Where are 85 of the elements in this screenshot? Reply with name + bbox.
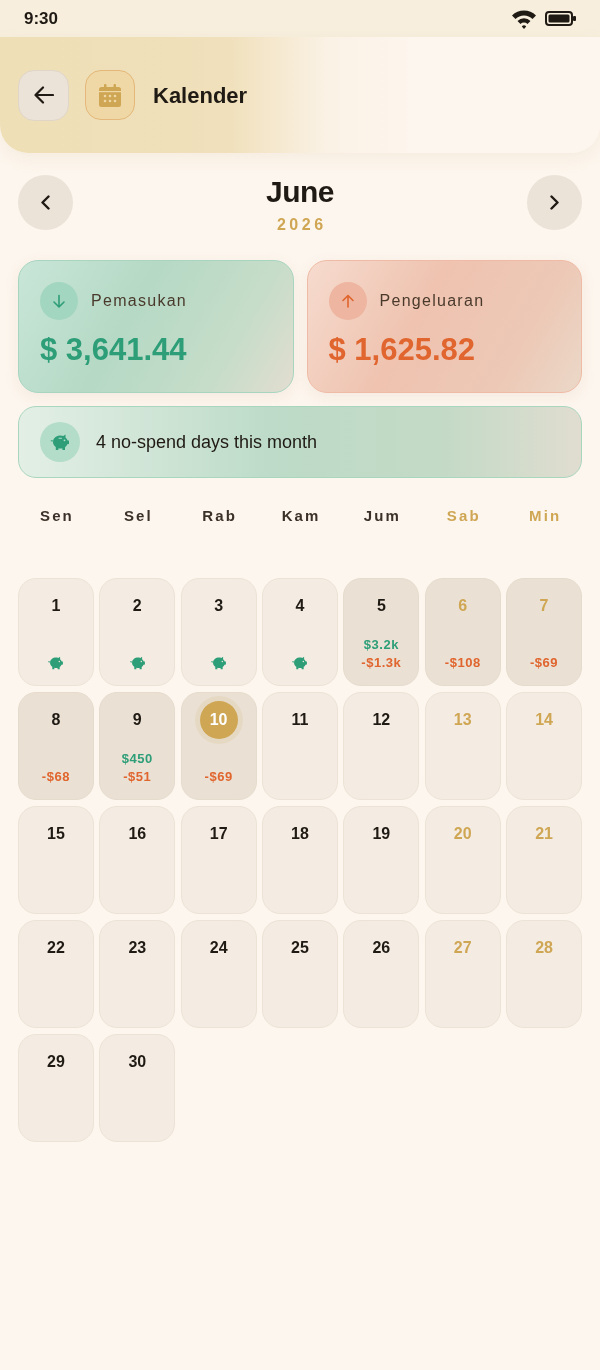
day-cell[interactable]: 17 bbox=[180, 806, 257, 914]
day-cell[interactable]: 3 bbox=[180, 578, 257, 686]
chevron-left-icon bbox=[41, 195, 50, 210]
day-number: 4 bbox=[295, 596, 305, 616]
expense-amount: -$108 bbox=[444, 654, 481, 672]
battery-icon bbox=[545, 11, 576, 26]
page-title: Kalender bbox=[153, 81, 248, 110]
day-number: 13 bbox=[453, 710, 472, 730]
day-cell[interactable]: 22 bbox=[18, 920, 94, 1028]
day-number: 19 bbox=[372, 824, 391, 844]
day-number: 6 bbox=[458, 596, 468, 616]
weekday-label: Rab bbox=[201, 505, 237, 526]
day-number: 11 bbox=[291, 710, 309, 730]
day-cell[interactable]: 11 bbox=[262, 692, 338, 800]
year-label: 2026 bbox=[275, 215, 327, 235]
day-number: 20 bbox=[453, 824, 472, 844]
day-number: 25 bbox=[291, 938, 309, 958]
weekday-label: Kam bbox=[280, 505, 321, 526]
day-number: 16 bbox=[128, 824, 147, 844]
weekday-label: Sab bbox=[445, 505, 481, 526]
expense-amount: -$68 bbox=[41, 768, 70, 786]
day-cell[interactable]: 12 bbox=[343, 692, 420, 800]
day-number: 21 bbox=[535, 824, 553, 844]
day-number: 1 bbox=[51, 596, 61, 616]
day-number: 18 bbox=[291, 824, 309, 844]
day-number: 30 bbox=[128, 1052, 147, 1072]
day-cell[interactable]: 24 bbox=[180, 920, 257, 1028]
day-cell[interactable]: 8 -$68 bbox=[18, 692, 94, 800]
weekday-label: Min bbox=[528, 505, 562, 526]
income-amount: $450 bbox=[121, 750, 153, 768]
day-number: 17 bbox=[209, 824, 228, 844]
back-button[interactable] bbox=[18, 69, 69, 121]
day-cell[interactable]: 29 bbox=[18, 1034, 94, 1142]
day-cell[interactable]: 2 bbox=[99, 578, 176, 686]
day-number: 29 bbox=[47, 1052, 65, 1072]
expense-amount: -$51 bbox=[123, 768, 152, 786]
amount-value: $ 1,625.82 bbox=[328, 332, 477, 368]
day-number: 27 bbox=[453, 938, 472, 958]
day-number: 9 bbox=[132, 710, 142, 730]
day-cell[interactable]: 1 bbox=[18, 578, 94, 686]
card-label: Pengeluaran bbox=[379, 291, 485, 311]
day-cell[interactable]: 30 bbox=[99, 1034, 176, 1142]
today-marker: 10 bbox=[199, 701, 238, 739]
expense-amount: -$69 bbox=[530, 654, 559, 672]
day-number: 8 bbox=[51, 710, 61, 730]
day-number: 26 bbox=[372, 938, 391, 958]
day-number: 2 bbox=[132, 596, 142, 616]
day-cell[interactable]: 16 bbox=[99, 806, 176, 914]
weekday-label: Sel bbox=[122, 505, 153, 526]
day-cell[interactable]: 9 $450 -$51 bbox=[99, 692, 176, 800]
back-arrow-icon bbox=[33, 86, 54, 104]
day-number: 23 bbox=[128, 938, 147, 958]
expense-amount: -$69 bbox=[204, 768, 233, 786]
day-cell[interactable]: 5 $3.2k -$1.3k bbox=[343, 578, 420, 686]
day-cell[interactable]: 23 bbox=[99, 920, 176, 1028]
income-amount: $3.2k bbox=[363, 636, 399, 654]
card-label: Pemasukan bbox=[91, 291, 187, 311]
expense-amount: -$1.3k bbox=[361, 654, 402, 672]
day-number: 15 bbox=[47, 824, 65, 844]
no-spend-days-text: 4 no-spend days this month bbox=[96, 430, 318, 454]
amount-value: $ 3,641.44 bbox=[40, 332, 188, 368]
piggy-bank-icon bbox=[40, 422, 80, 462]
day-cell[interactable]: 19 bbox=[343, 806, 420, 914]
day-cell[interactable]: 18 bbox=[262, 806, 338, 914]
day-number: 5 bbox=[376, 596, 386, 616]
day-number: 12 bbox=[372, 710, 391, 730]
weekday-label: Sen bbox=[39, 505, 74, 526]
arrow-down-icon bbox=[40, 282, 78, 320]
day-number: 24 bbox=[209, 938, 228, 958]
day-cell[interactable]: 26 bbox=[343, 920, 420, 1028]
arrow-up-icon bbox=[328, 282, 367, 320]
status-time: 9:30 bbox=[24, 7, 59, 30]
day-number: 22 bbox=[47, 938, 65, 958]
day-cell[interactable]: 15 bbox=[18, 806, 94, 914]
day-cell[interactable]: 25 bbox=[262, 920, 338, 1028]
month-title: June bbox=[266, 175, 334, 209]
day-cell[interactable]: 4 bbox=[262, 578, 338, 686]
weekday-label: Jum bbox=[362, 505, 401, 526]
day-number: 28 bbox=[535, 938, 553, 958]
day-number: 7 bbox=[539, 596, 549, 616]
chevron-right-icon bbox=[550, 195, 559, 210]
day-number: 3 bbox=[214, 596, 224, 616]
calendar-icon bbox=[99, 83, 121, 107]
wifi-icon bbox=[511, 8, 537, 29]
day-number: 14 bbox=[535, 710, 553, 730]
